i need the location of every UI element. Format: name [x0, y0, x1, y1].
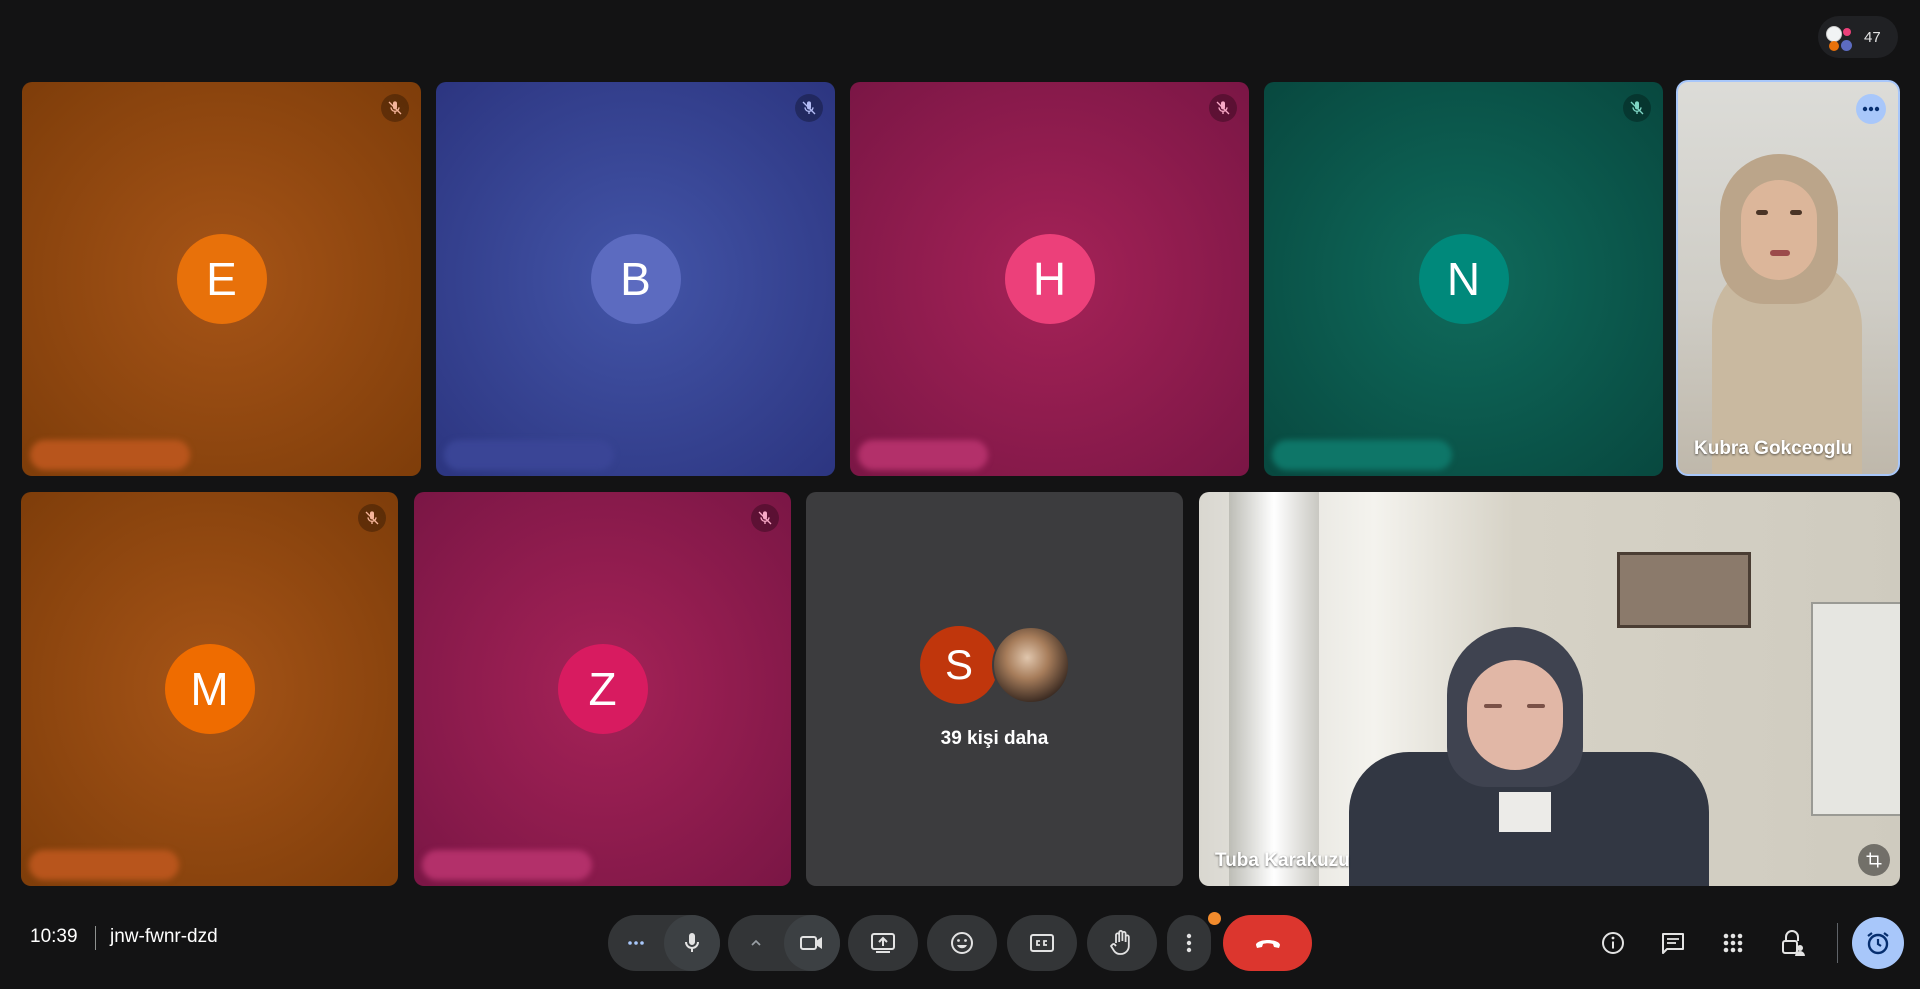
more-options-icon[interactable] — [1856, 94, 1886, 124]
avatar-m: M — [164, 644, 255, 734]
crop-icon[interactable] — [1858, 844, 1890, 876]
meeting-time: 10:39 — [30, 926, 78, 947]
muted-mic-icon — [1623, 94, 1651, 122]
participant-name: Tuba Karakuzu — [1215, 850, 1350, 871]
participant-tile-m[interactable]: M — [21, 492, 398, 886]
apps-grid-icon — [1723, 933, 1743, 953]
muted-mic-icon — [358, 504, 386, 532]
name-label-blurred — [858, 440, 988, 470]
participant-tile-b[interactable]: B — [436, 82, 835, 476]
muted-mic-icon — [381, 94, 409, 122]
present-screen-icon — [871, 933, 895, 953]
leave-call-button[interactable] — [1223, 915, 1312, 971]
meeting-details-button[interactable] — [1585, 915, 1641, 971]
more-vert-icon — [1186, 933, 1192, 953]
participant-tile-z[interactable]: Z — [414, 492, 791, 886]
participant-tile-n[interactable]: N — [1264, 82, 1663, 476]
participant-tile-kubra[interactable]: Kubra Gokceoglu — [1676, 80, 1900, 476]
avatar-n: N — [1418, 234, 1509, 324]
timer-button[interactable] — [1852, 917, 1904, 969]
name-label-blurred — [422, 850, 592, 880]
captions-icon — [1030, 934, 1054, 952]
more-participants-label: 39 kişi daha — [940, 728, 1049, 749]
chevron-up-icon — [751, 939, 761, 946]
more-participants-tile[interactable]: S 39 kişi daha — [806, 492, 1183, 886]
divider — [1837, 923, 1838, 963]
host-controls-button[interactable] — [1765, 915, 1821, 971]
muted-mic-icon — [1209, 94, 1237, 122]
avatar-h: H — [1004, 234, 1095, 324]
participants-indicator[interactable]: 47 — [1818, 16, 1898, 58]
lock-person-icon — [1782, 930, 1805, 956]
more-options-button[interactable] — [1167, 915, 1211, 971]
name-label-blurred — [30, 440, 190, 470]
video-options-button[interactable] — [728, 915, 784, 971]
notification-dot — [1208, 912, 1221, 925]
avatar-s: S — [920, 626, 998, 704]
participant-count: 47 — [1864, 28, 1881, 46]
name-label-blurred — [29, 850, 179, 880]
hang-up-icon — [1255, 940, 1280, 948]
raise-hand-button[interactable] — [1087, 915, 1157, 971]
avatar-b: B — [590, 234, 681, 324]
audio-options-button[interactable] — [608, 915, 664, 971]
muted-mic-icon — [751, 504, 779, 532]
avatar-photo — [992, 626, 1070, 704]
camera-icon — [800, 936, 822, 950]
present-button[interactable] — [848, 915, 918, 971]
alarm-icon — [1867, 932, 1889, 955]
chat-button[interactable] — [1645, 915, 1701, 971]
raise-hand-icon — [1110, 930, 1130, 955]
avatar-z: Z — [557, 644, 648, 734]
microphone-button[interactable] — [664, 915, 720, 971]
audio-controls-group — [608, 915, 720, 971]
video-feed — [1678, 82, 1898, 474]
microphone-icon — [685, 933, 699, 952]
activities-button[interactable] — [1705, 915, 1761, 971]
participant-avatars-icon — [1824, 21, 1856, 53]
reactions-button[interactable] — [927, 915, 997, 971]
camera-button[interactable] — [784, 915, 840, 971]
divider — [95, 926, 96, 950]
meeting-code[interactable]: jnw-fwnr-dzd — [110, 926, 218, 948]
muted-mic-icon — [795, 94, 823, 122]
info-icon — [1602, 932, 1624, 954]
name-label-blurred — [444, 440, 614, 470]
participant-tile-e[interactable]: E — [22, 82, 421, 476]
participant-name: Kubra Gokceoglu — [1694, 438, 1853, 459]
video-controls-group — [728, 915, 840, 971]
captions-button[interactable] — [1007, 915, 1077, 971]
video-feed — [1199, 492, 1900, 886]
participant-tile-tuba[interactable]: Tuba Karakuzu — [1199, 492, 1900, 886]
name-label-blurred — [1272, 440, 1452, 470]
chat-icon — [1662, 933, 1684, 954]
avatar-e: E — [176, 234, 267, 324]
participant-tile-h[interactable]: H — [850, 82, 1249, 476]
emoji-icon — [951, 932, 973, 954]
